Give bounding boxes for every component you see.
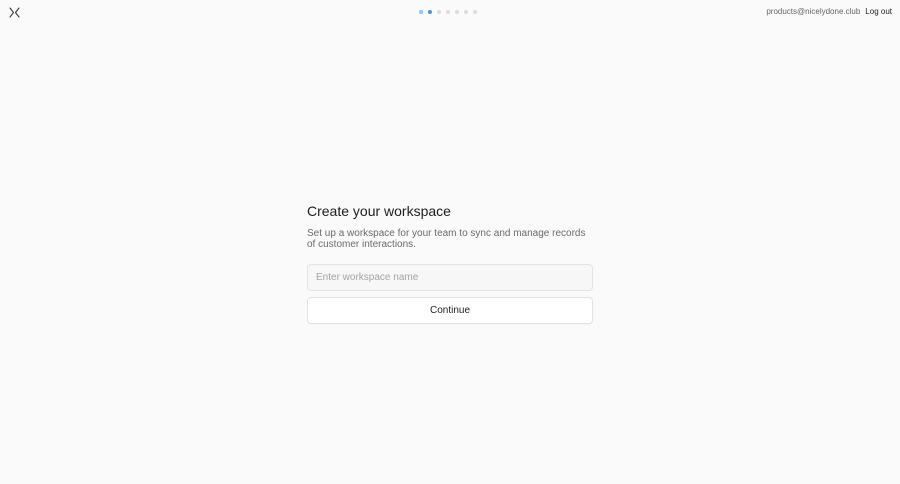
continue-button[interactable]: Continue — [307, 297, 593, 324]
progress-step-dot — [419, 10, 423, 14]
progress-step-dot — [455, 10, 459, 14]
page-subtitle: Set up a workspace for your team to sync… — [307, 228, 586, 250]
progress-step-dot — [437, 10, 441, 14]
progress-step-dot — [464, 10, 468, 14]
page-title: Create your workspace — [307, 203, 451, 219]
account-email: products@nicelydone.club — [766, 7, 861, 16]
close-x-logo-icon[interactable] — [9, 7, 20, 18]
progress-step-dot — [473, 10, 477, 14]
logout-button[interactable]: Log out — [865, 6, 892, 18]
progress-step-dot — [446, 10, 450, 14]
workspace-name-input[interactable] — [307, 264, 593, 291]
progress-step-dot — [428, 10, 432, 14]
onboarding-page: products@nicelydone.club Log out Create … — [0, 0, 900, 484]
create-workspace-form: Create your workspace Set up a workspace… — [307, 202, 593, 324]
step-progress-indicator — [419, 9, 477, 15]
account-area: products@nicelydone.club Log out — [766, 6, 892, 18]
